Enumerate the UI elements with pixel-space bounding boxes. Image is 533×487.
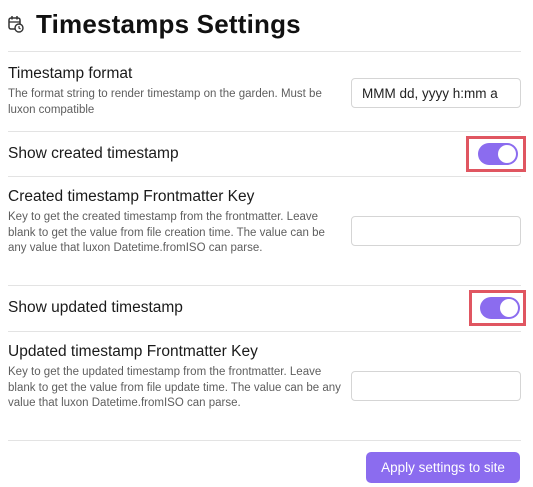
divider — [8, 131, 521, 132]
setting-description: Key to get the created timestamp from th… — [8, 211, 325, 254]
setting-description: The format string to render timestamp on… — [8, 88, 322, 116]
apply-settings-button[interactable]: Apply settings to site — [366, 452, 520, 483]
created-key-input[interactable] — [351, 216, 521, 246]
setting-show-updated: Show updated timestamp — [8, 298, 521, 318]
calendar-clock-icon — [8, 15, 24, 33]
toggle-knob — [498, 145, 516, 163]
settings-header: Timestamps Settings — [8, 6, 301, 42]
setting-title: Show updated timestamp — [8, 299, 183, 316]
setting-description: Key to get the updated timestamp from th… — [8, 366, 341, 409]
setting-show-created: Show created timestamp — [8, 144, 521, 164]
divider — [8, 331, 521, 332]
divider — [8, 285, 521, 286]
updated-key-input[interactable] — [351, 371, 521, 401]
highlight-box — [466, 136, 526, 172]
highlight-box — [469, 290, 526, 326]
show-created-toggle[interactable] — [478, 143, 518, 165]
divider — [8, 51, 521, 52]
setting-title: Show created timestamp — [8, 145, 179, 162]
divider — [8, 440, 521, 441]
show-updated-toggle[interactable] — [480, 297, 520, 319]
divider — [8, 176, 521, 177]
setting-title: Updated timestamp Frontmatter Key — [8, 343, 258, 360]
setting-title: Created timestamp Frontmatter Key — [8, 188, 255, 205]
toggle-knob — [500, 299, 518, 317]
page-title: Timestamps Settings — [36, 8, 301, 39]
timestamp-format-input[interactable]: MMM dd, yyyy h:mm a — [351, 78, 521, 108]
